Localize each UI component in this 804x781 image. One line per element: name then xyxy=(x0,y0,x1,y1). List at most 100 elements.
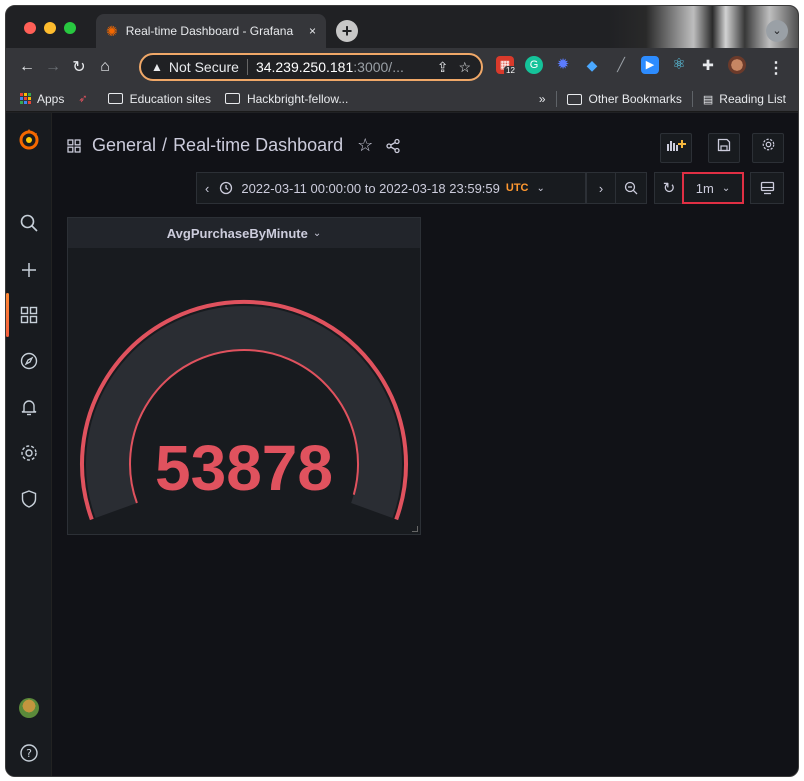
browser-window: ✺ Real-time Dashboard - Grafana × + ⌄ ← … xyxy=(5,5,799,777)
breadcrumb-folder[interactable]: General xyxy=(92,135,156,156)
warning-icon: ▲ xyxy=(151,60,163,74)
browser-menu-icon[interactable]: ⋮ xyxy=(768,58,784,78)
dashboard-grid-icon xyxy=(67,138,81,153)
bookmark-hackbright-label: Hackbright-fellow... xyxy=(246,91,349,106)
apps-grid-icon xyxy=(20,93,31,104)
breadcrumb-separator: / xyxy=(162,135,168,155)
gauge-panel[interactable]: AvgPurchaseByMinute ⌄ 53878 xyxy=(67,217,421,535)
bookmark-hackbright[interactable]: Hackbright-fellow... xyxy=(224,91,349,106)
tab-title: Real-time Dashboard - Grafana xyxy=(125,24,294,38)
profile-avatar[interactable] xyxy=(728,56,746,74)
gauge-value-text: 53878 xyxy=(155,432,333,504)
tab-search-button[interactable]: ⌄ xyxy=(766,20,788,42)
bell-icon[interactable] xyxy=(19,397,39,417)
chevron-right-icon: › xyxy=(598,180,604,196)
tv-mode-button[interactable] xyxy=(750,172,784,204)
star-icon[interactable]: ☆ xyxy=(357,135,373,156)
tab-bar: ✺ Real-time Dashboard - Grafana × + ⌄ xyxy=(6,6,798,48)
bookmark-star-icon[interactable]: ☆ xyxy=(458,59,471,76)
settings-gear-icon xyxy=(762,138,774,151)
reading-list-button[interactable]: ▤ Reading List xyxy=(703,92,786,106)
bookmark-apps[interactable]: Apps xyxy=(20,92,64,106)
extension-todo-icon[interactable]: ▦ 12 xyxy=(496,56,517,76)
bookmark-separator xyxy=(691,91,693,107)
folder-icon xyxy=(224,93,240,104)
zoom-out-button[interactable] xyxy=(615,172,647,204)
compass-icon[interactable] xyxy=(19,351,39,371)
panel-resize-handle[interactable] xyxy=(412,526,418,532)
time-range-picker[interactable]: ‹ 2022-03-11 00:00:00 to 2022-03-18 23:5… xyxy=(196,172,586,204)
add-panel-icon xyxy=(667,140,686,151)
extension-gear-icon[interactable]: ✹ xyxy=(554,56,572,74)
user-avatar[interactable] xyxy=(19,698,39,718)
security-label: Not Secure xyxy=(168,59,239,75)
shield-icon[interactable] xyxy=(19,489,39,509)
zoom-out-icon xyxy=(624,181,638,195)
dashboard-title[interactable]: Real-time Dashboard xyxy=(173,135,343,156)
svg-text:?: ? xyxy=(26,747,32,760)
save-icon xyxy=(717,138,731,152)
add-panel-button[interactable] xyxy=(660,133,692,163)
bookmark-other-label: Other Bookmarks xyxy=(588,92,682,106)
plus-icon[interactable] xyxy=(19,260,39,280)
bookmark-rocket[interactable]: ➶ xyxy=(78,92,93,105)
tab-close-icon[interactable]: × xyxy=(309,24,316,38)
grammarly-icon[interactable]: G xyxy=(525,56,543,74)
bookmark-separator xyxy=(555,91,557,107)
share-icon[interactable]: ⇪ xyxy=(437,59,449,76)
browser-tab-active[interactable]: ✺ Real-time Dashboard - Grafana × xyxy=(96,14,326,48)
refresh-button[interactable]: ↻ xyxy=(654,172,684,204)
url-path: :3000/... xyxy=(353,59,404,75)
extensions-puzzle-icon[interactable]: ✚ xyxy=(699,56,717,74)
react-devtools-icon[interactable]: ⚛ xyxy=(670,56,688,74)
browser-toolbar: ← → ↻ ⌂ ▲ Not Secure 34.239.250.181:3000… xyxy=(6,48,798,86)
extension-badge: 12 xyxy=(504,66,517,76)
time-forward-button[interactable]: › xyxy=(586,172,616,204)
reload-icon[interactable]: ↻ xyxy=(66,57,92,77)
forward-arrow-icon[interactable]: → xyxy=(40,58,66,76)
active-indicator xyxy=(6,293,9,337)
gear-icon[interactable] xyxy=(19,443,39,463)
gauge-chart: 53878 xyxy=(80,299,408,521)
panel-header[interactable]: AvgPurchaseByMinute ⌄ xyxy=(68,218,420,248)
back-arrow-icon[interactable]: ← xyxy=(14,58,40,76)
dashboards-icon[interactable] xyxy=(19,305,39,325)
zoom-extension-icon[interactable]: ▶ xyxy=(641,56,659,74)
refresh-icon: ↻ xyxy=(662,180,676,197)
address-separator xyxy=(246,59,248,75)
save-dashboard-button[interactable] xyxy=(708,133,740,163)
grafana-logo-icon[interactable] xyxy=(17,127,41,151)
home-icon[interactable]: ⌂ xyxy=(92,58,118,76)
bookmark-apps-label: Apps xyxy=(37,91,65,106)
address-bar[interactable]: ▲ Not Secure 34.239.250.181:3000/... ⇪ ☆ xyxy=(139,53,483,81)
maximize-window-button[interactable] xyxy=(64,22,76,34)
clock-icon xyxy=(220,181,233,195)
chevron-down-icon: ⌄ xyxy=(312,227,322,239)
bookmarks-overflow-button[interactable]: » xyxy=(539,92,546,106)
help-icon[interactable]: ? xyxy=(19,743,39,763)
share-icon[interactable] xyxy=(385,138,401,154)
monitor-icon xyxy=(760,181,774,195)
extension-pen-icon[interactable]: ╱ xyxy=(612,56,630,74)
bookmark-other[interactable]: Other Bookmarks xyxy=(566,92,682,106)
new-tab-button[interactable]: + xyxy=(336,20,358,42)
reading-list-icon: ▤ xyxy=(702,93,714,106)
refresh-interval-value: 1m xyxy=(695,180,714,196)
bookmark-education-sites[interactable]: Education sites xyxy=(107,91,211,106)
dashboard-settings-button[interactable] xyxy=(752,133,784,163)
time-range-text: 2022-03-11 00:00:00 to 2022-03-18 23:59:… xyxy=(241,180,500,196)
refresh-interval-picker[interactable]: 1m ⌄ xyxy=(682,172,744,204)
extensions-row: ▦ 12 G ✹ ◆ ╱ ▶ ⚛ ✚ xyxy=(496,56,746,76)
extension-diamond-icon[interactable]: ◆ xyxy=(583,56,601,74)
bookmark-education-label: Education sites xyxy=(129,91,211,106)
time-back-icon[interactable]: ‹ xyxy=(205,181,209,196)
grafana-app: ? General / Real-time Dashboard ☆ ‹ 2022… xyxy=(6,113,798,776)
timezone-label: UTC xyxy=(505,182,529,194)
minimize-window-button[interactable] xyxy=(44,22,56,34)
folder-icon xyxy=(566,93,582,105)
search-icon[interactable] xyxy=(19,213,39,233)
close-window-button[interactable] xyxy=(24,22,36,34)
chevron-down-icon: ⌄ xyxy=(536,182,545,194)
folder-icon xyxy=(107,93,123,104)
url-host: 34.239.250.181 xyxy=(255,59,354,75)
